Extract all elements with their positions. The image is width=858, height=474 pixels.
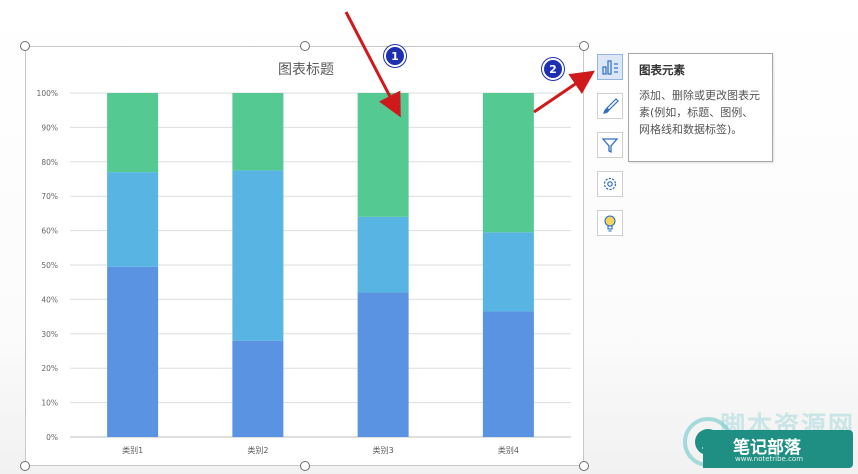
step-badge-1: 1 <box>384 45 406 67</box>
watermark-url: www.notetribe.com <box>735 455 804 463</box>
watermark-badge: 笔记部落 www.notetribe.com <box>703 430 853 468</box>
annotation-arrows <box>344 11 595 118</box>
step-badge-2: 2 <box>542 58 564 80</box>
annotation-arrow-2 <box>533 70 595 114</box>
